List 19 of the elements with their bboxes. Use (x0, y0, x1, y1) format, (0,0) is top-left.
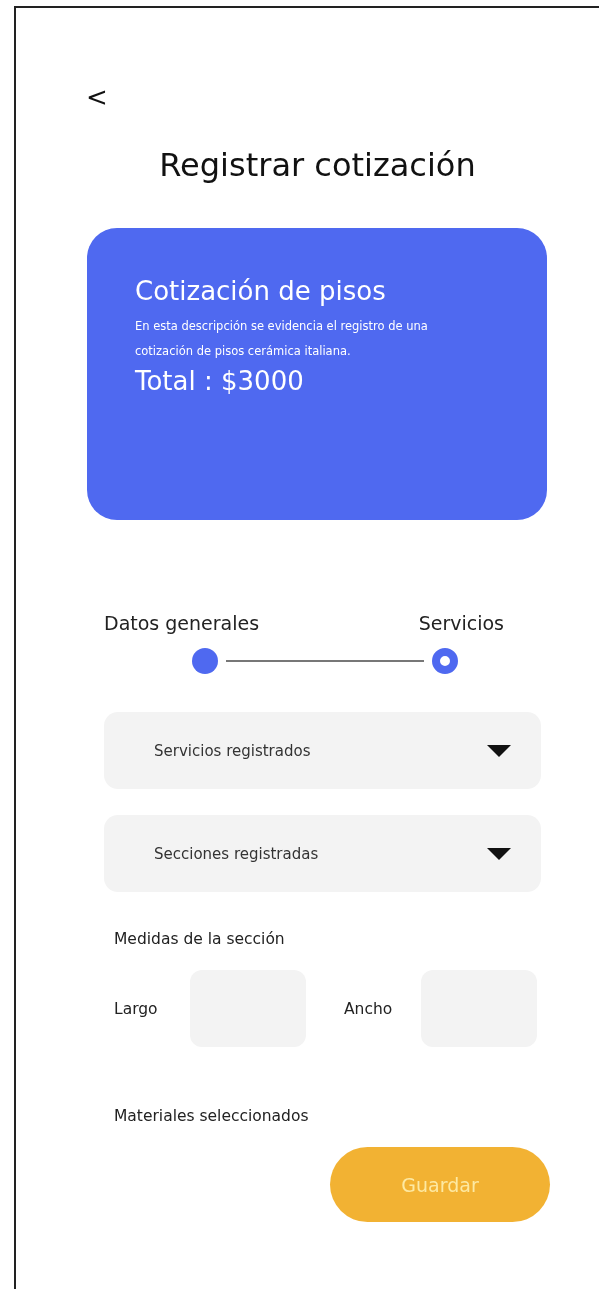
step-dot[interactable] (192, 648, 218, 674)
page-title: Registrar cotización (158, 146, 477, 184)
step-label: Datos generales (104, 612, 260, 634)
caret-icon (487, 847, 511, 860)
card-description: En esta descripción se evidencia el registro de una cotización de pisos cerámica italiana. (135, 318, 429, 360)
dropdown-placeholder: Secciones registradas (154, 844, 319, 863)
dropdown[interactable]: Servicios registrados (104, 712, 541, 789)
card-title: Cotización de pisos (135, 276, 387, 306)
field-label: Largo (114, 999, 159, 1018)
dropdown-placeholder: Servicios registrados (154, 741, 311, 760)
field-label: Ancho (344, 999, 394, 1018)
step-label: Servicios (418, 612, 504, 634)
dropdown[interactable]: Secciones registradas (104, 815, 541, 892)
section-heading: Medidas de la sección (114, 930, 286, 948)
caret-icon (487, 744, 511, 757)
total-amount: Total : $3000 (135, 366, 305, 396)
section-heading: Materiales seleccionados (114, 1107, 310, 1125)
back-button[interactable]: < (86, 84, 108, 110)
current-step-dot[interactable] (432, 648, 458, 674)
